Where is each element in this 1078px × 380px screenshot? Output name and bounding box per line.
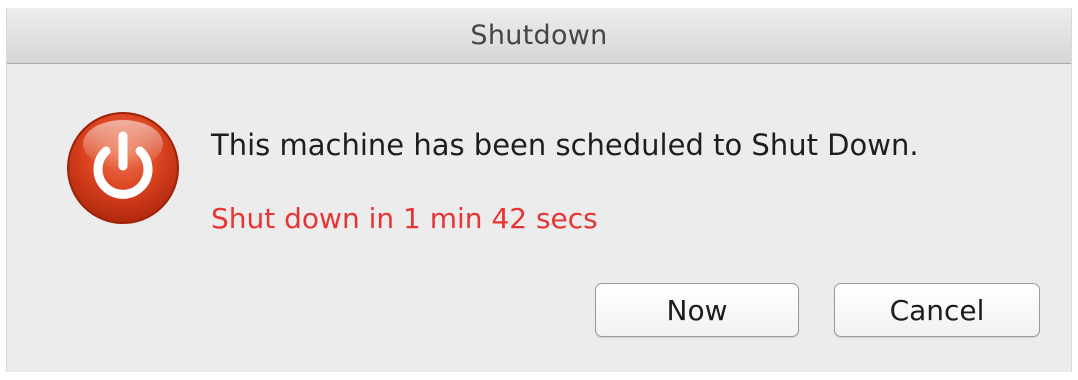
shutdown-dialog: Shutdown This machine has been scheduled… [6, 8, 1072, 372]
power-icon [67, 112, 179, 224]
shutdown-message: This machine has been scheduled to Shut … [211, 128, 919, 162]
dialog-content: This machine has been scheduled to Shut … [7, 64, 1071, 372]
title-bar[interactable]: Shutdown [7, 8, 1071, 64]
window-title: Shutdown [470, 20, 608, 51]
cancel-button[interactable]: Cancel [834, 283, 1040, 337]
countdown-text: Shut down in 1 min 42 secs [211, 202, 598, 235]
now-button[interactable]: Now [595, 283, 799, 337]
